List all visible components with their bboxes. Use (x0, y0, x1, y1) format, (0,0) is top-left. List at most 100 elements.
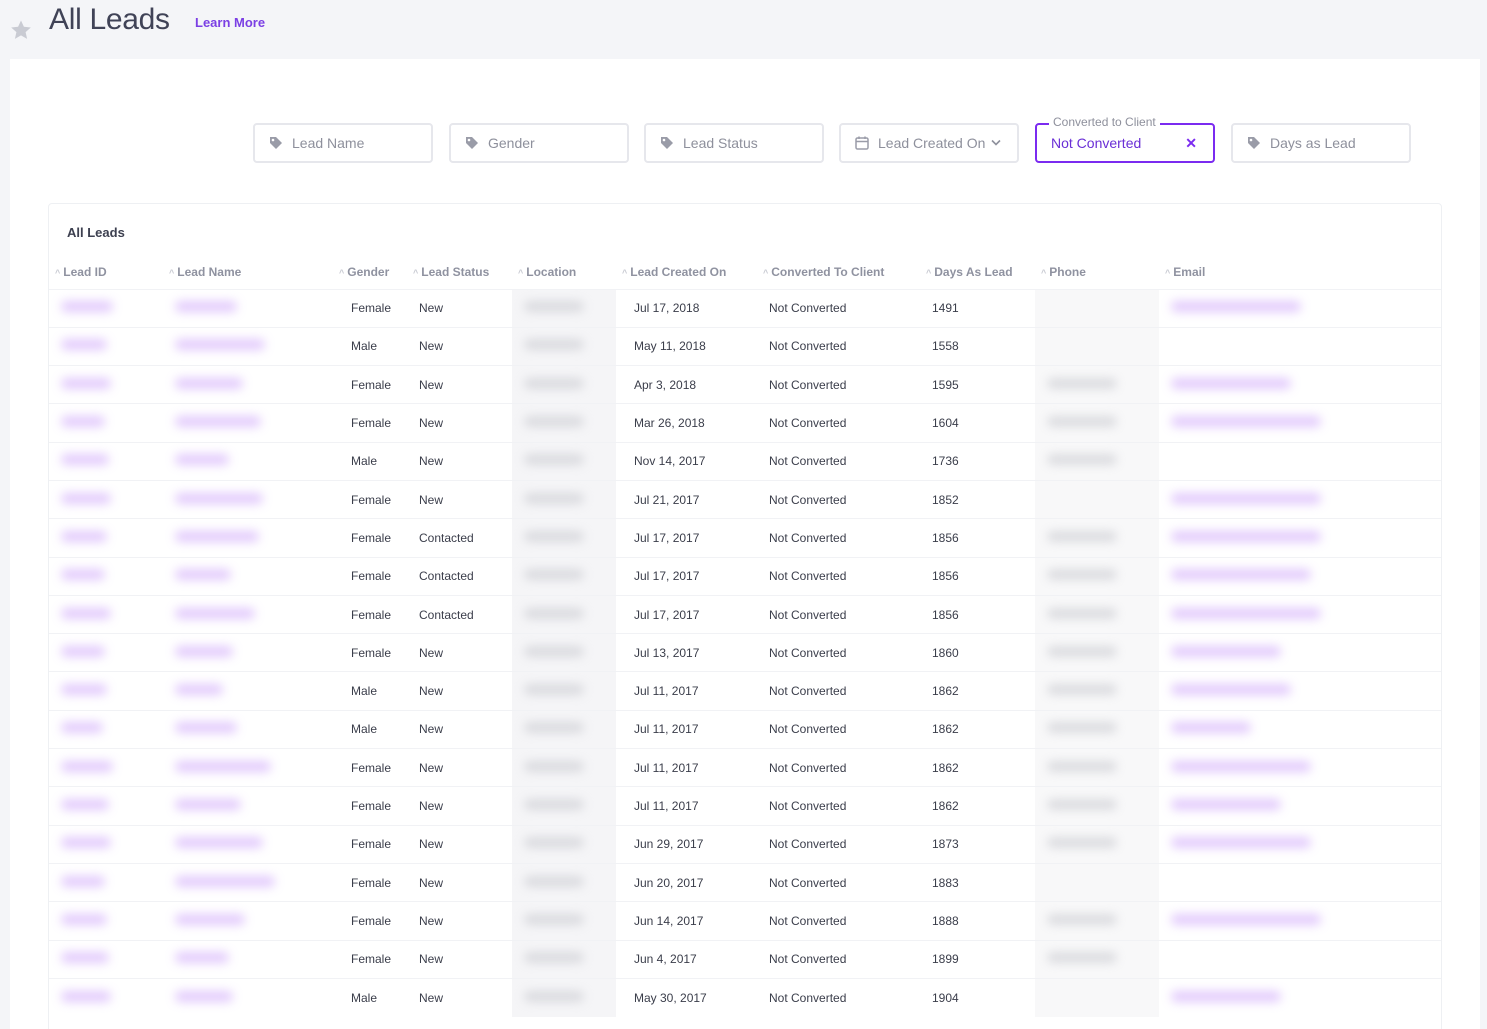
table-row[interactable]: Female New Apr 3, 2018 Not Converted 1595 (49, 365, 1441, 404)
table-row[interactable]: Female New Jun 14, 2017 Not Converted 1888 (49, 901, 1441, 941)
cell-lead-name[interactable] (163, 479, 333, 519)
table-row[interactable]: Female New Mar 26, 2018 Not Converted 1604 (49, 403, 1441, 443)
cell-lead-name[interactable] (163, 748, 333, 787)
cell-lead-name[interactable] (163, 403, 333, 443)
cell-location (512, 862, 616, 902)
cell-email[interactable] (1159, 556, 1343, 596)
cell-lead-id[interactable] (49, 365, 163, 404)
cell-lead-id[interactable] (49, 824, 163, 864)
cell-lead-id[interactable] (49, 556, 163, 596)
table-row[interactable]: Female New Jul 21, 2017 Not Converted 1852 (49, 479, 1441, 519)
cell-lead-id[interactable] (49, 709, 163, 749)
cell-email[interactable] (1159, 479, 1343, 519)
cell-email[interactable] (1159, 709, 1343, 749)
cell-email[interactable] (1159, 365, 1343, 404)
column-header-lead-created-on[interactable]: ^ Lead Created On (616, 256, 757, 289)
cell-lead-name[interactable] (163, 977, 333, 1017)
cell-lead-name[interactable] (163, 671, 333, 711)
cell-email[interactable] (1159, 939, 1343, 979)
column-header-gender[interactable]: ^ Gender (333, 256, 407, 289)
cell-lead-id[interactable] (49, 786, 163, 826)
cell-lead-name[interactable] (163, 824, 333, 864)
cell-lead-name[interactable] (163, 518, 333, 558)
table-row[interactable]: Female New Jul 11, 2017 Not Converted 1862 (49, 748, 1441, 787)
cell-email[interactable] (1159, 901, 1343, 941)
table-row[interactable]: Male New May 30, 2017 Not Converted 1904 (49, 977, 1441, 1017)
cell-lead-name[interactable] (163, 556, 333, 596)
cell-email[interactable] (1159, 671, 1343, 711)
table-row[interactable]: Male New Jul 11, 2017 Not Converted 1862 (49, 671, 1441, 711)
cell-email[interactable] (1159, 633, 1343, 672)
cell-lead-id[interactable] (49, 518, 163, 558)
cell-email[interactable] (1159, 518, 1343, 558)
favorite-star-icon[interactable] (9, 18, 33, 42)
table-row[interactable]: Female New Jun 20, 2017 Not Converted 1883 (49, 862, 1441, 902)
cell-lead-name[interactable] (163, 326, 333, 366)
column-header-days[interactable]: ^ Days As Lead (920, 256, 1035, 289)
cell-lead-id[interactable] (49, 594, 163, 634)
column-header-converted[interactable]: ^ Converted To Client (757, 256, 920, 289)
cell-lead-name[interactable] (163, 786, 333, 826)
cell-email[interactable] (1159, 862, 1343, 902)
table-row[interactable]: Female New Jul 17, 2018 Not Converted 1491 (49, 288, 1441, 328)
clear-filter-icon[interactable]: ✕ (1185, 135, 1197, 152)
filter-gender[interactable]: Gender (449, 123, 629, 163)
cell-lead-name[interactable] (163, 939, 333, 979)
cell-email[interactable] (1159, 403, 1343, 443)
cell-spacer (1343, 518, 1441, 558)
cell-lead-name[interactable] (163, 288, 333, 328)
table-row[interactable]: Female New Jul 11, 2017 Not Converted 1862 (49, 786, 1441, 826)
cell-lead-id[interactable] (49, 901, 163, 941)
cell-lead-name[interactable] (163, 709, 333, 749)
column-header-lead-status[interactable]: ^ Lead Status (407, 256, 512, 289)
cell-lead-id[interactable] (49, 939, 163, 979)
cell-lead-id[interactable] (49, 862, 163, 902)
table-row[interactable]: Female New Jul 13, 2017 Not Converted 1860 (49, 633, 1441, 672)
filter-lead-created-on[interactable]: Lead Created On (839, 123, 1019, 163)
cell-lead-id[interactable] (49, 671, 163, 711)
cell-lead-id[interactable] (49, 403, 163, 443)
filter-lead-status[interactable]: Lead Status (644, 123, 824, 163)
cell-email[interactable] (1159, 326, 1343, 366)
filter-lead-name[interactable]: Lead Name (253, 123, 433, 163)
table-row[interactable]: Male New Nov 14, 2017 Not Converted 1736 (49, 441, 1441, 481)
column-header-lead-name[interactable]: ^ Lead Name (163, 256, 333, 289)
cell-converted: Not Converted (757, 594, 920, 634)
table-row[interactable]: Female Contacted Jul 17, 2017 Not Converted… (49, 594, 1441, 634)
cell-email[interactable] (1159, 824, 1343, 864)
table-row[interactable]: Male New May 11, 2018 Not Converted 1558 (49, 326, 1441, 366)
cell-email[interactable] (1159, 288, 1343, 328)
column-header-phone[interactable]: ^ Phone (1035, 256, 1159, 289)
cell-lead-id[interactable] (49, 441, 163, 481)
table-row[interactable]: Female New Jun 29, 2017 Not Converted 1873 (49, 824, 1441, 864)
cell-lead-name[interactable] (163, 365, 333, 404)
cell-lead-name[interactable] (163, 441, 333, 481)
table-row[interactable]: Female Contacted Jul 17, 2017 Not Converted… (49, 518, 1441, 558)
cell-email[interactable] (1159, 441, 1343, 481)
cell-lead-id[interactable] (49, 288, 163, 328)
cell-lead-name[interactable] (163, 862, 333, 902)
column-header-location[interactable]: ^ Location (512, 256, 616, 289)
table-row[interactable]: Female New Jun 4, 2017 Not Converted 1899 (49, 939, 1441, 979)
cell-email[interactable] (1159, 977, 1343, 1017)
cell-email[interactable] (1159, 594, 1343, 634)
filter-converted-to-client[interactable]: Converted to Client Not Converted ✕ (1035, 115, 1215, 163)
cell-lead-id[interactable] (49, 633, 163, 672)
filter-days-as-lead[interactable]: Days as Lead (1231, 123, 1411, 163)
cell-lead-id[interactable] (49, 748, 163, 787)
learn-more-link[interactable]: Learn More (195, 15, 265, 30)
cell-lead-name[interactable] (163, 633, 333, 672)
cell-lead-id[interactable] (49, 479, 163, 519)
redacted-location (524, 569, 584, 581)
cell-lead-id[interactable] (49, 977, 163, 1017)
table-row[interactable]: Female Contacted Jul 17, 2017 Not Converted… (49, 556, 1441, 596)
cell-email[interactable] (1159, 786, 1343, 826)
table-row[interactable]: Male New Jul 11, 2017 Not Converted 1862 (49, 709, 1441, 749)
column-header-lead-id[interactable]: ^ Lead ID (49, 256, 163, 289)
redacted-email (1171, 569, 1311, 581)
cell-email[interactable] (1159, 748, 1343, 787)
cell-lead-name[interactable] (163, 594, 333, 634)
cell-lead-name[interactable] (163, 901, 333, 941)
column-header-email[interactable]: ^ Email (1159, 256, 1343, 289)
cell-lead-id[interactable] (49, 326, 163, 366)
